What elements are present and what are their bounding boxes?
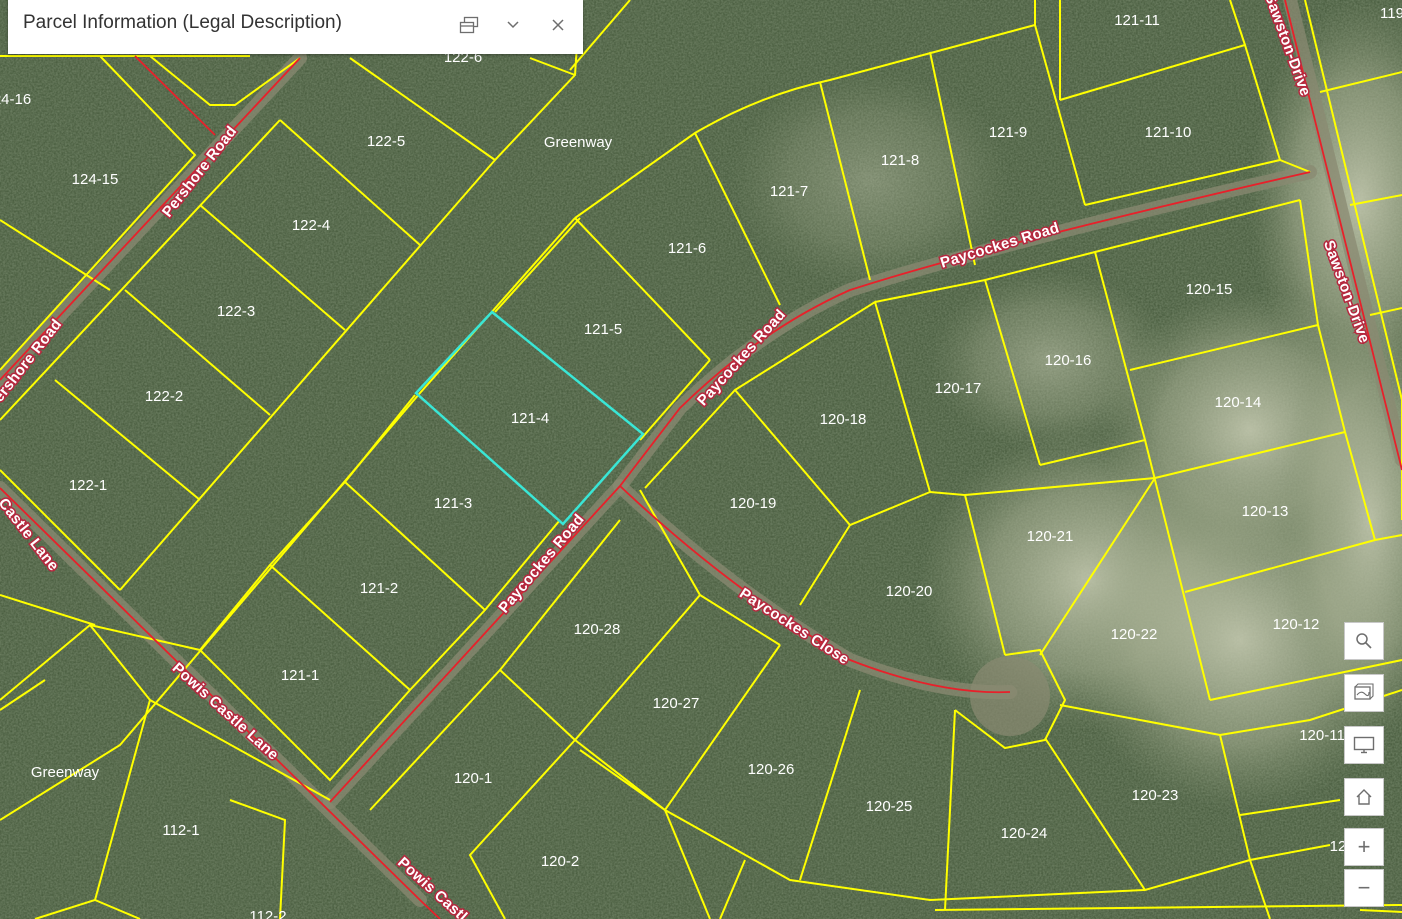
- home-button[interactable]: [1344, 778, 1384, 816]
- parcel-label: 120-13: [1242, 503, 1289, 520]
- search-button[interactable]: [1344, 622, 1384, 660]
- parcel-label: 121-10: [1145, 124, 1192, 141]
- parcel-label: 120-20: [886, 583, 933, 600]
- basemap-icon: [1354, 683, 1374, 700]
- parcel-info-panel: Parcel Information (Legal Description): [8, 0, 583, 54]
- parcel-label: 121-5: [584, 321, 622, 338]
- search-icon: [1356, 633, 1372, 649]
- close-button[interactable]: [545, 12, 571, 38]
- parcel-label: 120-17: [935, 380, 982, 397]
- basemap-button[interactable]: [1344, 674, 1384, 712]
- home-icon: [1356, 789, 1372, 805]
- parcel-label: 120-12: [1273, 616, 1320, 633]
- parcel-label: 112-1: [162, 822, 199, 839]
- parcel-label: 120-2: [541, 853, 579, 870]
- collapse-button[interactable]: [500, 12, 526, 38]
- parcel-label: 120-14: [1215, 394, 1262, 411]
- parcel-label: 121-9: [989, 124, 1027, 141]
- parcel-label: 119: [1380, 5, 1402, 22]
- panel-title: Parcel Information (Legal Description): [23, 12, 342, 33]
- parcel-label: 24-16: [0, 91, 31, 108]
- parcel-label: 120-22: [1111, 626, 1158, 643]
- parcel-label: 120-15: [1186, 281, 1233, 298]
- parcel-label: 120-23: [1132, 787, 1179, 804]
- close-icon: [552, 19, 564, 31]
- parcel-map[interactable]: 121-11119122-624-16122-5121-10121-9121-8…: [0, 0, 1402, 919]
- parcel-label: 122-2: [145, 388, 183, 405]
- parcel-label: 121-3: [434, 495, 472, 512]
- dock-icon: [459, 16, 479, 34]
- parcel-label: 120-21: [1027, 528, 1074, 545]
- parcel-label: 121-2: [360, 580, 398, 597]
- parcel-label: Greenway: [544, 134, 613, 151]
- parcel-label: 121-6: [668, 240, 706, 257]
- parcel-label: 120-19: [730, 495, 777, 512]
- parcel-label: 121-4: [511, 410, 549, 427]
- parcel-label: 120-1: [454, 770, 492, 787]
- parcel-label: 122-4: [292, 217, 330, 234]
- parcel-label: 122-5: [367, 133, 405, 150]
- zoom-out-button[interactable]: −: [1344, 869, 1384, 907]
- parcel-label: 122-3: [217, 303, 255, 320]
- parcel-label: 120-27: [653, 695, 700, 712]
- cul-de-sac: [970, 656, 1050, 736]
- parcel-label: 112-2: [249, 908, 286, 919]
- chevron-down-icon: [507, 21, 519, 29]
- parcel-label: 120-24: [1001, 825, 1048, 842]
- parcel-label: 120-11: [1299, 727, 1345, 744]
- parcel-label: 121-11: [1114, 12, 1160, 29]
- parcel-label: Greenway: [31, 764, 100, 781]
- parcel-label: 120-26: [748, 761, 795, 778]
- monitor-icon: [1353, 736, 1375, 754]
- parcel-label: 121-8: [881, 152, 919, 169]
- fullscreen-button[interactable]: [1344, 726, 1384, 764]
- parcel-label: 120-18: [820, 411, 867, 428]
- parcel-label: 122-1: [69, 477, 107, 494]
- parcel-label: 124-15: [72, 171, 119, 188]
- dock-button[interactable]: [456, 12, 482, 38]
- parcel-label: 121-7: [770, 183, 808, 200]
- zoom-in-button[interactable]: +: [1344, 828, 1384, 866]
- parcel-label: 120-16: [1045, 352, 1092, 369]
- parcel-label: 120-25: [866, 798, 913, 815]
- parcel-label: 121-1: [281, 667, 319, 684]
- parcel-label: 120-28: [574, 621, 621, 638]
- plus-icon: +: [1357, 834, 1371, 859]
- minus-icon: −: [1357, 875, 1371, 900]
